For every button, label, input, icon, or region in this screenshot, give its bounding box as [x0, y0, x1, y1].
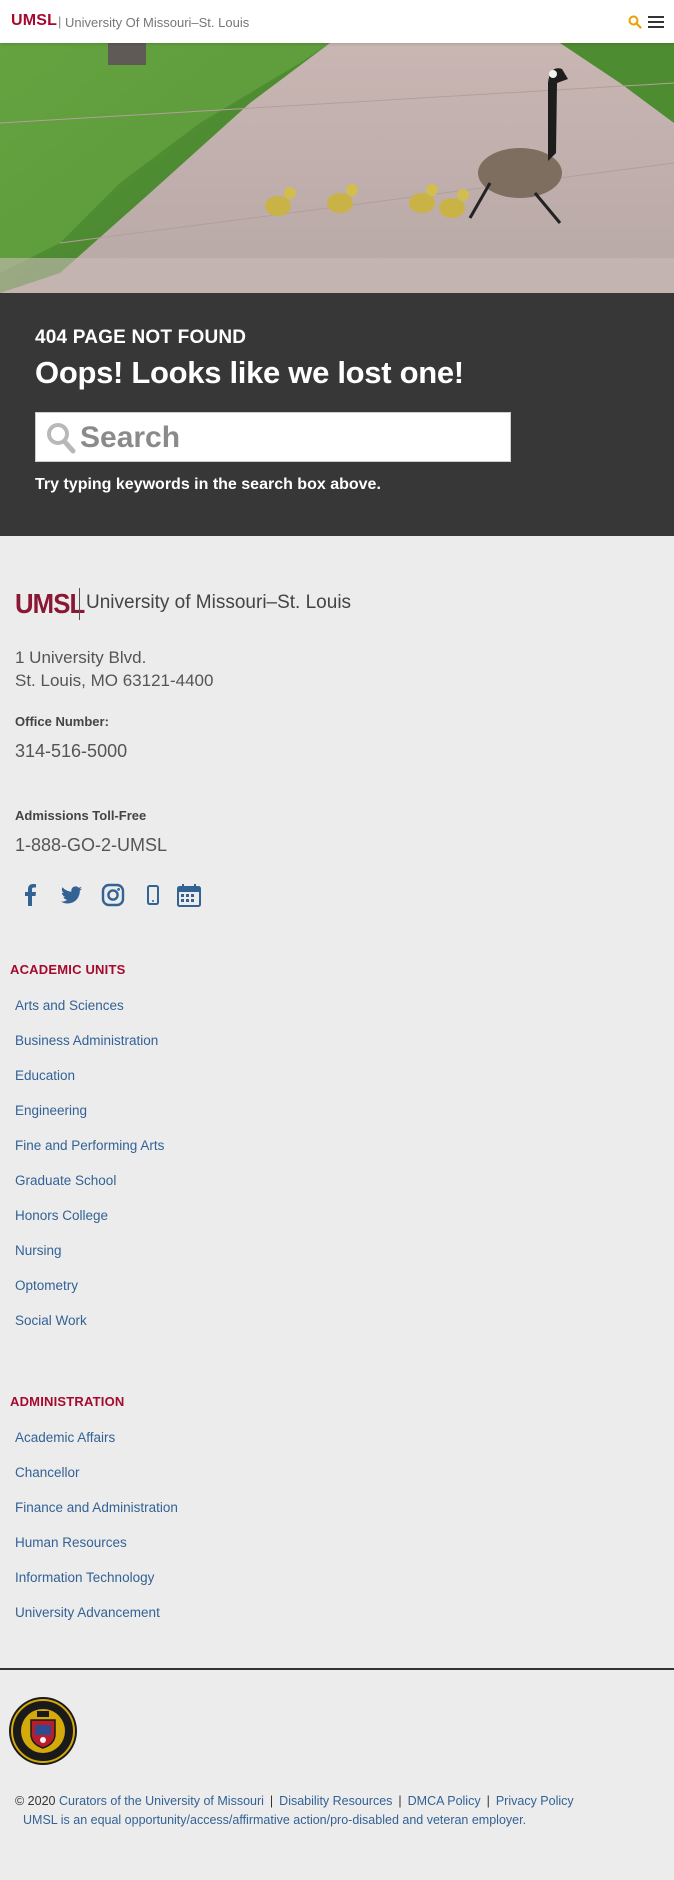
dmca-policy-link[interactable]: DMCA Policy [408, 1794, 481, 1808]
list-item[interactable]: Arts and Sciences [15, 998, 164, 1033]
list-item[interactable]: Fine and Performing Arts [15, 1138, 164, 1173]
link-separator: | [269, 1794, 274, 1808]
copyright-text: © 2020 [15, 1794, 56, 1808]
brand-subtitle[interactable]: University Of Missouri–St. Louis [65, 15, 249, 30]
academic-units-list: Arts and Sciences Business Administratio… [15, 998, 164, 1348]
hero-image [0, 43, 674, 293]
list-item[interactable]: University Advancement [15, 1605, 178, 1640]
error-title: Oops! Looks like we lost one! [35, 355, 464, 390]
mobile-icon[interactable] [140, 882, 166, 908]
brand-separator: | [58, 14, 62, 29]
office-number[interactable]: 314-516-5000 [15, 741, 127, 762]
eoe-statement[interactable]: UMSL is an equal opportunity/access/affi… [23, 1813, 526, 1827]
facebook-icon[interactable] [18, 882, 44, 908]
error-code: 404 PAGE NOT FOUND [35, 327, 247, 348]
list-item[interactable]: Nursing [15, 1243, 164, 1278]
brand-logo[interactable]: UMSL [11, 12, 57, 30]
hamburger-menu-icon[interactable] [648, 16, 664, 28]
error-section: 404 PAGE NOT FOUND Oops! Looks like we l… [0, 293, 674, 536]
administration-heading: ADMINISTRATION [10, 1394, 125, 1409]
privacy-policy-link[interactable]: Privacy Policy [496, 1794, 574, 1808]
admissions-label: Admissions Toll-Free [15, 808, 147, 823]
list-item[interactable]: Engineering [15, 1103, 164, 1138]
address-line-1: 1 University Blvd. [15, 648, 147, 667]
search-box[interactable] [35, 412, 511, 462]
footer-logo-text[interactable]: University of Missouri–St. Louis [86, 592, 351, 614]
twitter-icon[interactable] [58, 882, 84, 908]
list-item[interactable]: Chancellor [15, 1465, 178, 1500]
list-item[interactable]: Honors College [15, 1208, 164, 1243]
curators-link[interactable]: Curators of the University of Missouri [59, 1794, 264, 1808]
administration-list: Academic Affairs Chancellor Finance and … [15, 1430, 178, 1640]
logo-divider [79, 588, 80, 620]
search-icon[interactable] [628, 15, 642, 29]
admissions-number[interactable]: 1-888-GO-2-UMSL [15, 835, 167, 856]
address-line-2: St. Louis, MO 63121-4400 [15, 671, 214, 690]
list-item[interactable]: Finance and Administration [15, 1500, 178, 1535]
list-item[interactable]: Information Technology [15, 1570, 178, 1605]
office-label: Office Number: [15, 714, 109, 729]
footer-logo-mark[interactable]: UMSL [15, 588, 85, 620]
link-separator: | [398, 1794, 402, 1808]
search-hint: Try typing keywords in the search box ab… [35, 476, 381, 493]
list-item[interactable]: Graduate School [15, 1173, 164, 1208]
copyright-line: © 2020 Curators of the University of Mis… [15, 1794, 574, 1808]
university-seal-icon[interactable] [8, 1696, 78, 1766]
calendar-icon[interactable] [176, 882, 202, 908]
disability-resources-link[interactable]: Disability Resources [279, 1794, 392, 1808]
list-item[interactable]: Academic Affairs [15, 1430, 178, 1465]
site-header: UMSL | University Of Missouri–St. Louis [0, 0, 674, 43]
list-item[interactable]: Business Administration [15, 1033, 164, 1068]
search-input[interactable] [80, 417, 500, 459]
list-item[interactable]: Education [15, 1068, 164, 1103]
list-item[interactable]: Human Resources [15, 1535, 178, 1570]
geese-crossing-photo [0, 43, 674, 293]
instagram-icon[interactable] [100, 882, 126, 908]
list-item[interactable]: Social Work [15, 1313, 164, 1348]
link-separator: | [486, 1794, 490, 1808]
list-item[interactable]: Optometry [15, 1278, 164, 1313]
search-icon [46, 422, 76, 454]
footer-divider [0, 1668, 674, 1670]
academic-units-heading: ACADEMIC UNITS [10, 962, 126, 977]
